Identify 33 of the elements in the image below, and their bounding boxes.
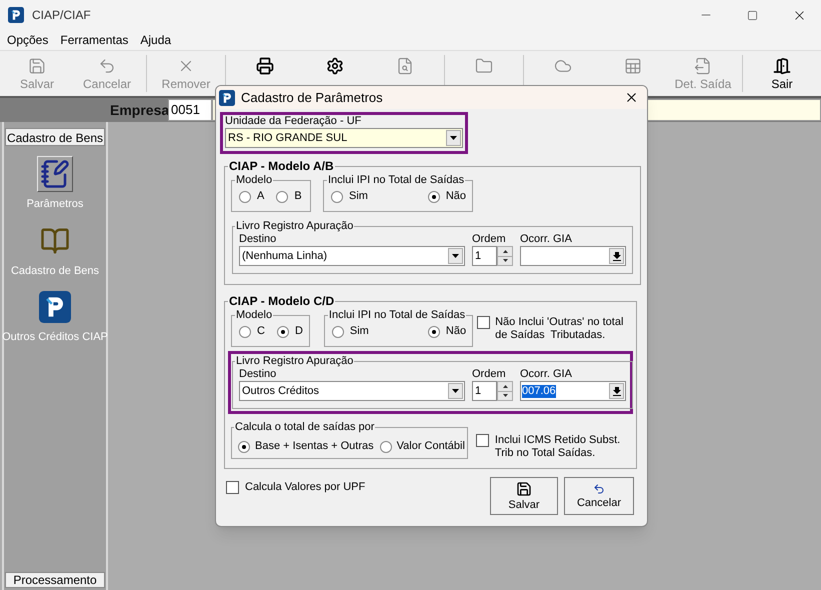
- checkbox-label: Calcula Valores por UPF: [245, 481, 366, 494]
- company-label: Empresa: [110, 100, 168, 120]
- group-label: Livro Registro Apuração: [235, 354, 354, 368]
- group-label: Livro Registro Apuração: [235, 219, 354, 233]
- dialog-title: Cadastro de Parâmetros: [241, 88, 383, 107]
- checkbox-label: Não Inclui 'Outras' no total de Saídas Tributadas.: [495, 316, 624, 342]
- gia-value: 007.06: [522, 384, 556, 398]
- field-label: Ocorr. GIA: [520, 368, 573, 381]
- group-label: Inclui IPI no Total de Saídas: [328, 308, 466, 322]
- group-label: Modelo: [235, 308, 274, 322]
- group-title: CIAP - Modelo C/D: [228, 294, 336, 308]
- field-label: Destino: [239, 368, 278, 381]
- option-label: D: [294, 325, 303, 338]
- option-label: Sim: [349, 190, 368, 203]
- option-label: Base + Isentas + Outras: [255, 440, 374, 453]
- option-label: C: [257, 325, 265, 338]
- option-label: B: [294, 190, 302, 203]
- option-label: Não: [446, 190, 466, 203]
- group-title: CIAP - Modelo A/B: [228, 159, 335, 173]
- field-label: Destino: [239, 233, 278, 246]
- field-label: Ordem: [472, 368, 507, 381]
- option-label: Sim: [350, 325, 369, 338]
- checkbox-label: Inclui ICMS Retido Subst. Trib no Total Saídas.: [494, 434, 622, 460]
- option-label: Valor Contábil: [396, 440, 465, 453]
- group-label: Inclui IPI no Total de Saídas: [327, 173, 466, 187]
- option-label: Não: [446, 325, 466, 338]
- field-label: Unidade da Federação - UF: [225, 115, 362, 128]
- option-label: A: [257, 190, 264, 203]
- window-title: CIAP/CIAF: [32, 7, 91, 24]
- group-label: Modelo: [235, 173, 274, 187]
- group-label: Calcula o total de saídas por: [234, 420, 376, 434]
- field-label: Ocorr. GIA: [520, 233, 573, 246]
- field-label: Ordem: [472, 233, 507, 246]
